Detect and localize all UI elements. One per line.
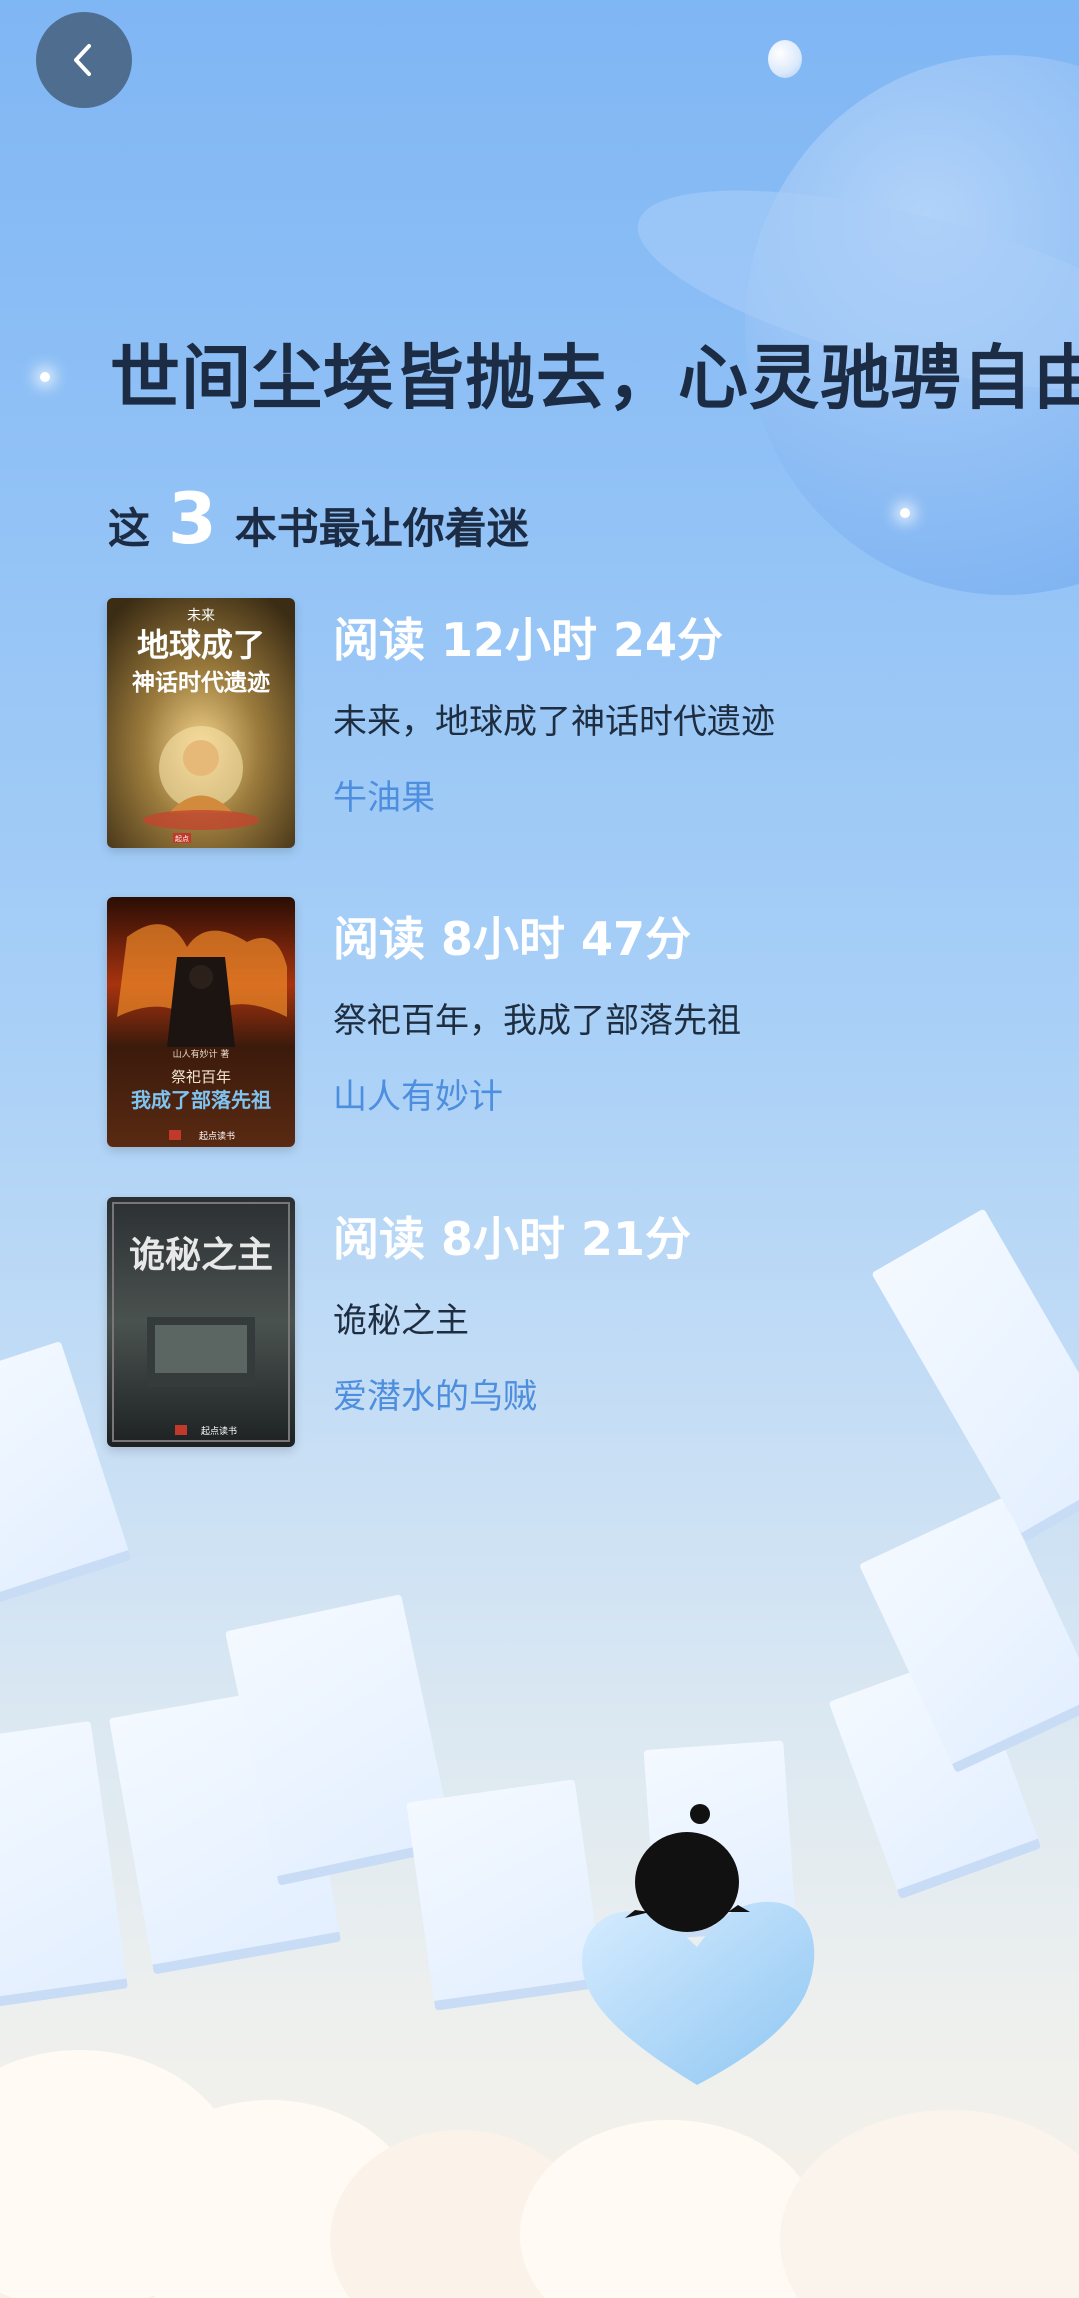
star-decoration [900, 508, 910, 518]
book-item[interactable]: 诡秘之主 起点读书 阅读 8小时 21分 诡秘之主 爱潜水的乌贼 [107, 1197, 987, 1447]
book-cover[interactable]: 未来 地球成了 神话时代遗迹 起点 [107, 598, 295, 848]
summary-line: 这 3 本书最让你着迷 [108, 478, 529, 560]
cover-line1: 诡秘之主 [129, 1234, 273, 1276]
book-author-link[interactable]: 爱潜水的乌贼 [333, 1369, 537, 1418]
book-title: 祭祀百年，我成了部落先祖 [333, 1001, 741, 1041]
book-cover-art: 诡秘之主 起点读书 [107, 1197, 295, 1447]
summary-suffix: 本书最让你着迷 [234, 504, 529, 553]
cover-line1: 祭祀百年 [171, 1068, 231, 1086]
chevron-left-icon [74, 44, 91, 76]
book-item[interactable]: 未来 地球成了 神话时代遗迹 起点 阅读 12小时 24分 未来，地球成了神话时… [107, 598, 987, 848]
book-item[interactable]: 山人有妙计 著 祭祀百年 我成了部落先祖 起点读书 阅读 8小时 47分 祭祀百… [107, 897, 987, 1147]
book-author-link[interactable]: 山人有妙计 [333, 1069, 503, 1118]
cover-top-label: 未来 [187, 608, 215, 624]
book-cover[interactable]: 诡秘之主 起点读书 [107, 1197, 295, 1447]
page-headline: 世间尘埃皆抛去，心灵驰骋自由间 [110, 336, 1079, 419]
summary-count: 3 [168, 478, 217, 560]
reading-time: 阅读 8小时 21分 [333, 1212, 692, 1266]
penguin-mascot-icon [625, 1804, 750, 1932]
book-title: 诡秘之主 [333, 1301, 469, 1341]
book-cover[interactable]: 山人有妙计 著 祭祀百年 我成了部落先祖 起点读书 [107, 897, 295, 1147]
cover-author-small: 山人有妙计 著 [173, 1048, 230, 1060]
cover-line1: 地球成了 [137, 626, 265, 664]
reading-time: 阅读 12小时 24分 [333, 613, 724, 667]
summary-prefix: 这 [108, 504, 151, 553]
star-decoration [40, 372, 50, 382]
back-button[interactable] [36, 12, 132, 108]
book-cover-art: 未来 地球成了 神话时代遗迹 起点 [107, 598, 295, 848]
book-cover-art: 山人有妙计 著 祭祀百年 我成了部落先祖 起点读书 [107, 897, 295, 1147]
reading-time: 阅读 8小时 47分 [333, 912, 692, 966]
page-sheet-decoration [0, 1720, 129, 2010]
reading-report-page: 世间尘埃皆抛去，心灵驰骋自由间 这 3 本书最让你着迷 未来 地球成了 神话时代… [0, 0, 1079, 2298]
cover-line2: 神话时代遗迹 [132, 669, 270, 696]
cloud-decoration [520, 2120, 820, 2298]
cover-publisher-tag: 起点 [175, 835, 189, 843]
moon-decoration [768, 40, 802, 78]
book-title: 未来，地球成了神话时代遗迹 [333, 702, 775, 742]
book-author-link[interactable]: 牛油果 [333, 770, 435, 819]
cloud-decoration [780, 2110, 1079, 2298]
cover-publisher-tag: 起点读书 [199, 1130, 235, 1142]
cover-line2: 我成了部落先祖 [131, 1088, 271, 1112]
cover-publisher-tag: 起点读书 [201, 1425, 237, 1437]
